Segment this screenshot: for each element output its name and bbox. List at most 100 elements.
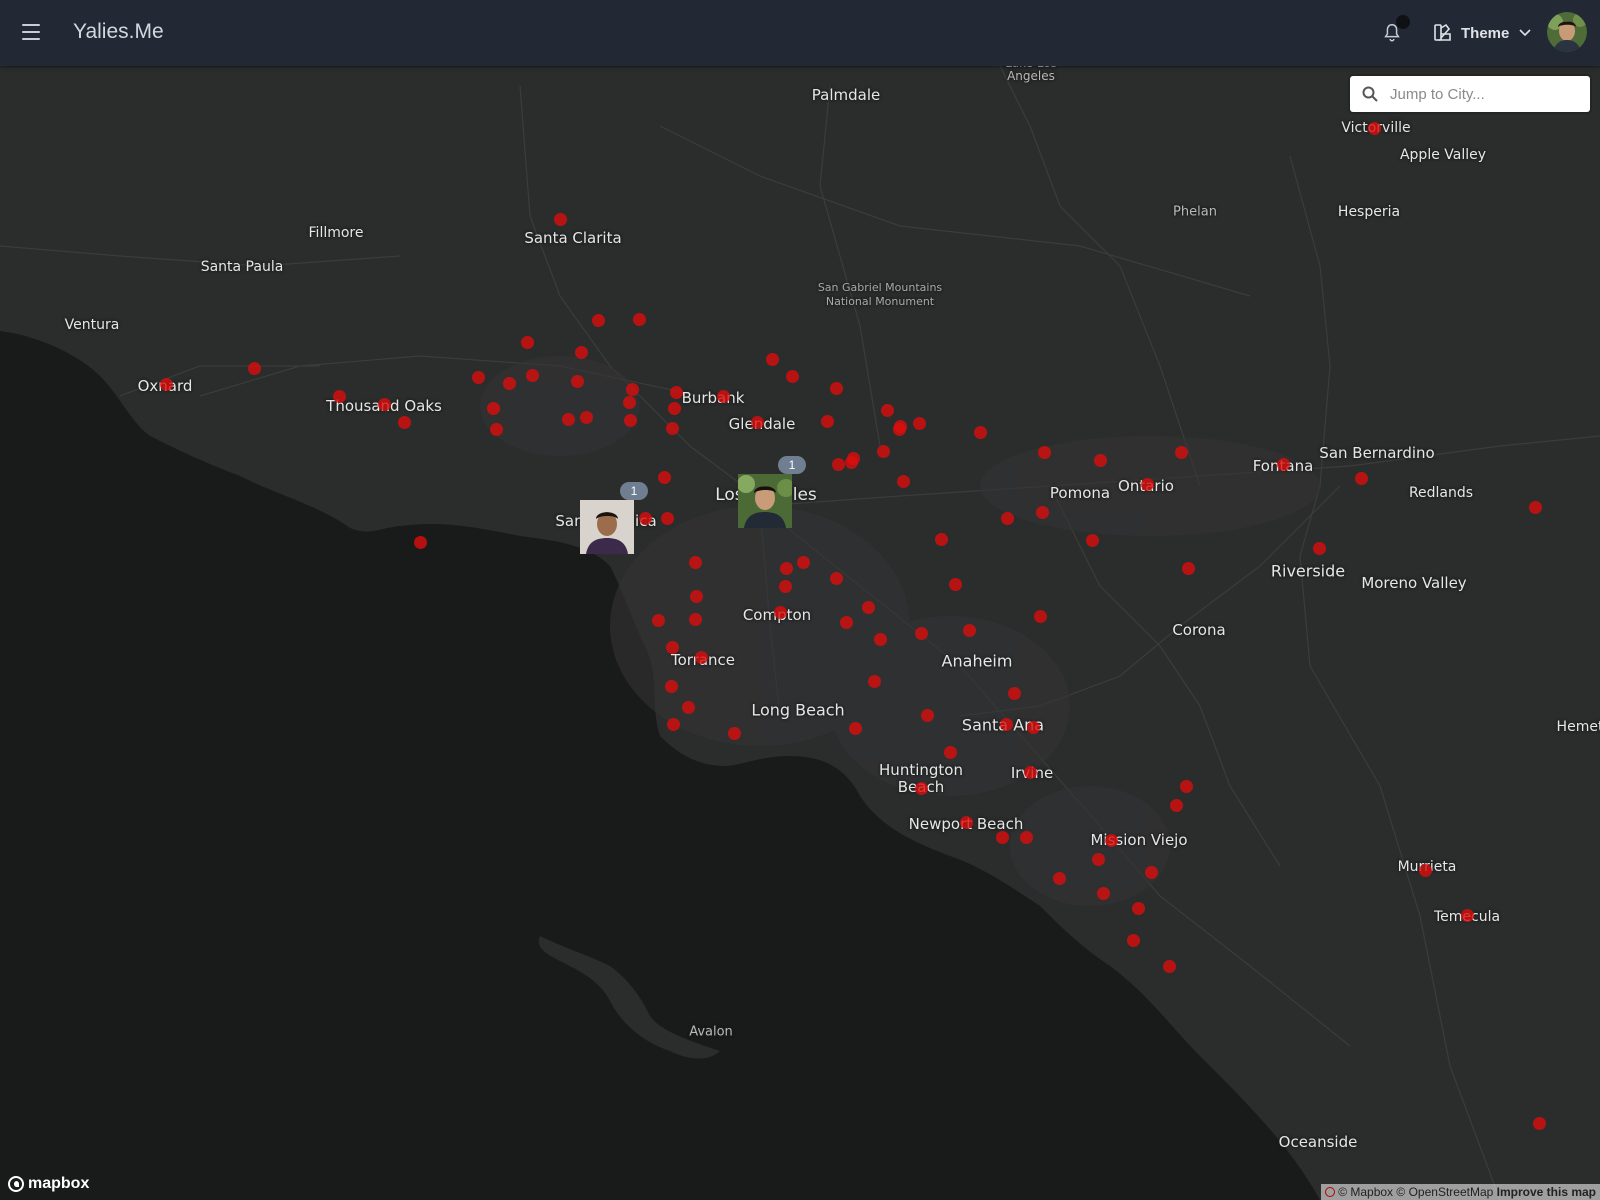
location-marker[interactable] [750, 415, 764, 429]
location-marker[interactable] [1091, 852, 1105, 866]
location-marker[interactable] [829, 571, 843, 585]
location-marker[interactable] [1181, 561, 1195, 575]
location-marker[interactable] [689, 589, 703, 603]
location-marker[interactable] [773, 605, 787, 619]
location-marker[interactable] [525, 368, 539, 382]
user-avatar[interactable] [1547, 12, 1587, 52]
location-marker[interactable] [1179, 779, 1193, 793]
location-marker[interactable] [622, 395, 636, 409]
location-marker[interactable] [1174, 445, 1188, 459]
location-marker[interactable] [1000, 511, 1014, 525]
location-marker[interactable] [848, 721, 862, 735]
location-marker[interactable] [681, 700, 695, 714]
location-marker[interactable] [880, 403, 894, 417]
location-marker[interactable] [912, 416, 926, 430]
location-marker[interactable] [397, 415, 411, 429]
location-marker[interactable] [948, 577, 962, 591]
location-marker[interactable] [778, 579, 792, 593]
location-marker[interactable] [1528, 500, 1542, 514]
location-marker[interactable] [1276, 457, 1290, 471]
location-marker[interactable] [959, 815, 973, 829]
location-marker[interactable] [962, 623, 976, 637]
location-marker[interactable] [820, 414, 834, 428]
location-marker[interactable] [999, 717, 1013, 731]
location-marker[interactable] [765, 352, 779, 366]
location-marker[interactable] [1312, 541, 1326, 555]
location-marker[interactable] [727, 726, 741, 740]
location-marker[interactable] [471, 370, 485, 384]
location-marker[interactable] [779, 561, 793, 575]
location-marker[interactable] [1019, 830, 1033, 844]
location-marker[interactable] [247, 361, 261, 375]
location-marker[interactable] [973, 425, 987, 439]
location-marker[interactable] [632, 312, 646, 326]
location-marker[interactable] [520, 335, 534, 349]
location-marker[interactable] [1140, 477, 1154, 491]
location-marker[interactable] [1532, 1116, 1546, 1130]
location-marker[interactable] [873, 632, 887, 646]
location-marker[interactable] [920, 708, 934, 722]
location-marker[interactable] [861, 600, 875, 614]
location-marker[interactable] [1144, 865, 1158, 879]
location-marker[interactable] [1131, 901, 1145, 915]
location-marker[interactable] [1026, 720, 1040, 734]
location-marker[interactable] [943, 745, 957, 759]
location-marker[interactable] [688, 612, 702, 626]
location-marker[interactable] [694, 650, 708, 664]
location-marker[interactable] [1007, 686, 1021, 700]
location-marker[interactable] [666, 717, 680, 731]
location-marker[interactable] [1162, 959, 1176, 973]
location-marker[interactable] [574, 345, 588, 359]
person-marker[interactable] [580, 500, 634, 554]
brand-title[interactable]: Yalies.Me [73, 20, 164, 44]
location-marker[interactable] [657, 470, 671, 484]
improve-map-link[interactable]: Improve this map [1497, 1185, 1596, 1199]
location-marker[interactable] [570, 374, 584, 388]
location-marker[interactable] [553, 212, 567, 226]
location-marker[interactable] [1126, 933, 1140, 947]
location-marker[interactable] [1169, 798, 1183, 812]
location-marker[interactable] [159, 377, 173, 391]
city-search-input[interactable] [1388, 84, 1582, 104]
location-marker[interactable] [1037, 445, 1051, 459]
location-marker[interactable] [489, 422, 503, 436]
location-marker[interactable] [561, 412, 575, 426]
theme-dropdown-button[interactable]: Theme [1433, 20, 1539, 46]
location-marker[interactable] [486, 401, 500, 415]
location-marker[interactable] [591, 313, 605, 327]
mapbox-attribution-link[interactable]: © Mapbox [1338, 1185, 1393, 1199]
location-marker[interactable] [829, 381, 843, 395]
location-marker[interactable] [1460, 908, 1474, 922]
location-marker[interactable] [995, 830, 1009, 844]
location-marker[interactable] [623, 413, 637, 427]
location-marker[interactable] [867, 674, 881, 688]
location-marker[interactable] [665, 640, 679, 654]
location-marker[interactable] [831, 457, 845, 471]
location-marker[interactable] [914, 626, 928, 640]
location-marker[interactable] [914, 781, 928, 795]
location-marker[interactable] [934, 532, 948, 546]
location-marker[interactable] [625, 382, 639, 396]
location-marker[interactable] [669, 385, 683, 399]
location-marker[interactable] [892, 422, 906, 436]
location-marker[interactable] [716, 389, 730, 403]
location-marker[interactable] [1096, 886, 1110, 900]
location-marker[interactable] [1367, 121, 1381, 135]
location-marker[interactable] [579, 410, 593, 424]
location-marker[interactable] [785, 369, 799, 383]
location-marker[interactable] [664, 679, 678, 693]
osm-attribution-link[interactable]: © OpenStreetMap [1396, 1185, 1493, 1199]
location-marker[interactable] [660, 511, 674, 525]
location-marker[interactable] [1035, 505, 1049, 519]
map-canvas[interactable]: Palmdale Lake Los Angeles Victorville Ap… [0, 57, 1600, 1200]
location-marker[interactable] [377, 397, 391, 411]
location-marker[interactable] [1093, 453, 1107, 467]
location-marker[interactable] [1052, 871, 1066, 885]
person-marker[interactable] [738, 474, 792, 528]
location-marker[interactable] [651, 613, 665, 627]
location-marker[interactable] [332, 389, 346, 403]
location-marker[interactable] [667, 401, 681, 415]
location-marker[interactable] [1033, 609, 1047, 623]
location-marker[interactable] [1085, 533, 1099, 547]
location-marker[interactable] [896, 474, 910, 488]
